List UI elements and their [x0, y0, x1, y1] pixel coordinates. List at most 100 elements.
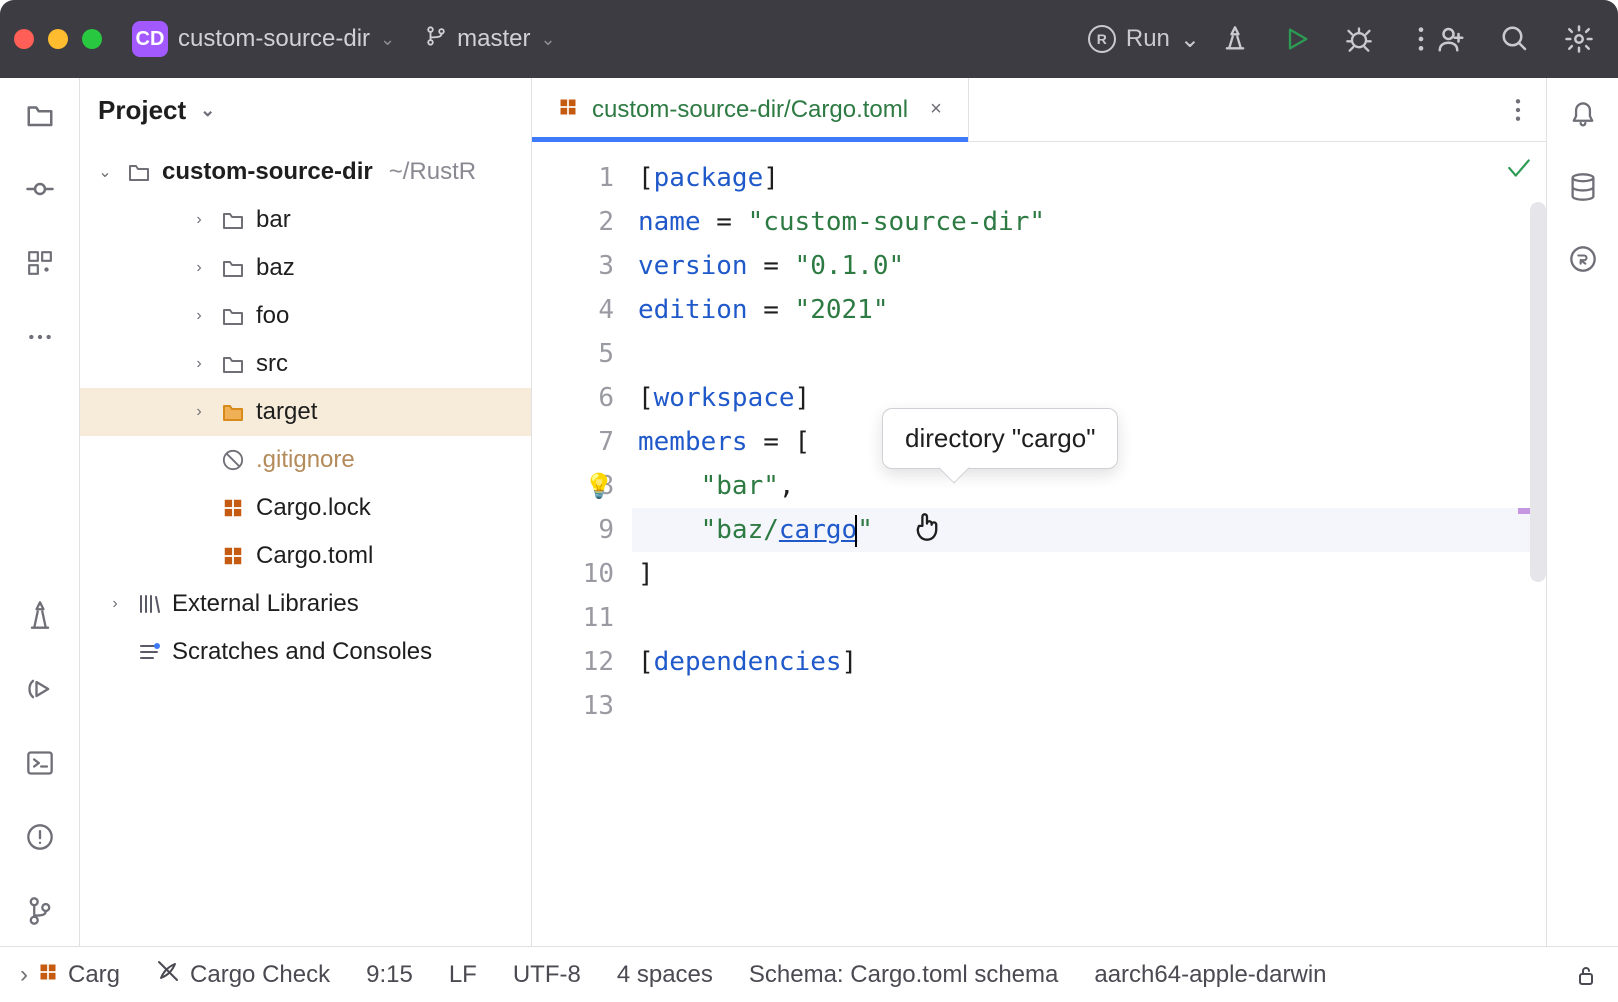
- editor-tabbar: custom-source-dir/Cargo.toml ×: [532, 78, 1546, 142]
- tab-label: custom-source-dir/Cargo.toml: [592, 96, 908, 124]
- tree-root-name: custom-source-dir: [162, 158, 373, 186]
- run-label: Run: [1126, 25, 1170, 53]
- rust-tool-icon[interactable]: [1566, 242, 1600, 276]
- tree-item-label: Scratches and Consoles: [172, 638, 432, 666]
- tab-actions-menu[interactable]: [1490, 78, 1546, 141]
- tree-root[interactable]: ⌄ custom-source-dir ~/RustR: [80, 148, 531, 196]
- build-tool-icon[interactable]: [23, 598, 57, 632]
- status-schema[interactable]: Schema: Cargo.toml schema: [749, 961, 1058, 989]
- problems-tool-icon[interactable]: [23, 820, 57, 854]
- database-icon[interactable]: [1566, 170, 1600, 204]
- ignore-icon: [220, 449, 246, 471]
- status-indent[interactable]: 4 spaces: [617, 961, 713, 989]
- chevron-right-icon: ›: [188, 211, 210, 229]
- path-link-cargo[interactable]: cargo: [779, 515, 857, 545]
- minimize-window-button[interactable]: [48, 29, 68, 49]
- maximize-window-button[interactable]: [82, 29, 102, 49]
- vcs-tool-icon[interactable]: [23, 894, 57, 928]
- tree-folder-baz[interactable]: › baz: [80, 244, 531, 292]
- ide-window: CD custom-source-dir ⌄ master ⌄ R Run ⌄: [0, 0, 1618, 1002]
- window-controls: [14, 29, 102, 49]
- right-tool-rail: [1546, 78, 1618, 946]
- project-badge: CD: [132, 21, 168, 57]
- code-editor[interactable]: 1 2 3 4 5 6 7 8 9 10 11 12 13 [package] …: [532, 142, 1546, 946]
- status-cursor-position[interactable]: 9:15: [366, 961, 413, 989]
- folder-icon: [126, 162, 152, 182]
- close-tab-icon[interactable]: ×: [930, 98, 942, 121]
- tree-folder-target[interactable]: › target: [80, 388, 531, 436]
- terminal-tool-icon[interactable]: [23, 746, 57, 780]
- left-tool-rail: [0, 78, 80, 946]
- line-number-gutter: 1 2 3 4 5 6 7 8 9 10 11 12 13: [532, 142, 632, 946]
- tree-file-cargo-toml[interactable]: Cargo.toml: [80, 532, 531, 580]
- titlebar: CD custom-source-dir ⌄ master ⌄ R Run ⌄: [0, 0, 1618, 78]
- status-readonly-lock-icon[interactable]: [1574, 963, 1598, 987]
- folder-icon: [220, 258, 246, 278]
- run-icon[interactable]: [1282, 24, 1312, 54]
- chevron-right-icon: ›: [188, 355, 210, 373]
- chevron-right-icon: ›: [188, 307, 210, 325]
- inspection-ok-icon[interactable]: [1506, 156, 1532, 186]
- scratches-icon: [136, 641, 162, 663]
- tree-folder-bar[interactable]: › bar: [80, 196, 531, 244]
- notifications-icon[interactable]: [1566, 98, 1600, 132]
- project-panel: Project ⌄ ⌄ custom-source-dir ~/RustR › …: [80, 78, 532, 946]
- status-target[interactable]: aarch64-apple-darwin: [1094, 961, 1326, 989]
- editor-scrollbar[interactable]: [1530, 202, 1546, 582]
- status-cargo-check[interactable]: Cargo Check: [156, 959, 330, 990]
- project-panel-title: Project: [98, 95, 186, 126]
- tree-folder-src[interactable]: › src: [80, 340, 531, 388]
- branch-name: master: [457, 25, 530, 53]
- status-cargo[interactable]: › Carg: [20, 961, 120, 989]
- status-encoding[interactable]: UTF-8: [513, 961, 581, 989]
- tree-item-label: External Libraries: [172, 590, 359, 618]
- tree-item-label: Cargo.lock: [256, 494, 371, 522]
- rust-icon: R: [1088, 25, 1116, 53]
- close-window-button[interactable]: [14, 29, 34, 49]
- rust-file-icon: [558, 97, 578, 123]
- chevron-right-icon: ›: [188, 403, 210, 421]
- tree-item-label: foo: [256, 302, 289, 330]
- tree-folder-foo[interactable]: › foo: [80, 292, 531, 340]
- intention-bulb-icon[interactable]: 💡: [584, 464, 614, 508]
- status-bar: › Carg Cargo Check 9:15 LF UTF-8 4 space…: [0, 946, 1618, 1002]
- status-line-ending[interactable]: LF: [449, 961, 477, 989]
- tree-item-label: baz: [256, 254, 295, 282]
- project-tool-icon[interactable]: [23, 98, 57, 132]
- pointer-cursor-icon: [914, 512, 940, 549]
- project-tree: ⌄ custom-source-dir ~/RustR › bar › baz: [80, 142, 531, 682]
- tree-item-label: target: [256, 398, 317, 426]
- rust-file-icon: [38, 961, 58, 989]
- settings-icon[interactable]: [1564, 24, 1594, 54]
- tree-root-path: ~/RustR: [389, 158, 476, 186]
- structure-tool-icon[interactable]: [23, 246, 57, 280]
- debug-icon[interactable]: [1344, 24, 1374, 54]
- project-selector[interactable]: custom-source-dir ⌄: [178, 25, 395, 53]
- folder-excluded-icon: [220, 402, 246, 422]
- tree-file-cargo-lock[interactable]: Cargo.lock: [80, 484, 531, 532]
- project-panel-header[interactable]: Project ⌄: [80, 78, 531, 142]
- search-icon[interactable]: [1500, 24, 1530, 54]
- code-content[interactable]: [package] name = "custom-source-dir" ver…: [632, 142, 1546, 946]
- tree-item-label: .gitignore: [256, 446, 355, 474]
- rust-file-icon: [220, 497, 246, 519]
- run-tool-icon[interactable]: [23, 672, 57, 706]
- more-tools-icon[interactable]: [23, 320, 57, 354]
- tree-external-libraries[interactable]: › External Libraries: [80, 580, 531, 628]
- tree-file-gitignore[interactable]: .gitignore: [80, 436, 531, 484]
- chevron-down-icon: ⌄: [200, 100, 215, 121]
- more-actions-icon[interactable]: [1406, 24, 1436, 54]
- library-icon: [136, 593, 162, 615]
- folder-icon: [220, 210, 246, 230]
- commit-tool-icon[interactable]: [23, 172, 57, 206]
- tree-scratches[interactable]: Scratches and Consoles: [80, 628, 531, 676]
- build-icon[interactable]: [1220, 24, 1250, 54]
- branch-selector[interactable]: master ⌄: [425, 23, 555, 56]
- titlebar-right: [1436, 24, 1604, 54]
- chevron-down-icon: ⌄: [1180, 25, 1200, 54]
- run-config-selector[interactable]: R Run ⌄: [1088, 25, 1200, 54]
- tooltip-text: directory "cargo": [905, 423, 1095, 453]
- offline-rocket-icon: [156, 959, 180, 990]
- code-with-me-icon[interactable]: [1436, 24, 1466, 54]
- editor-tab-cargo-toml[interactable]: custom-source-dir/Cargo.toml ×: [532, 78, 969, 141]
